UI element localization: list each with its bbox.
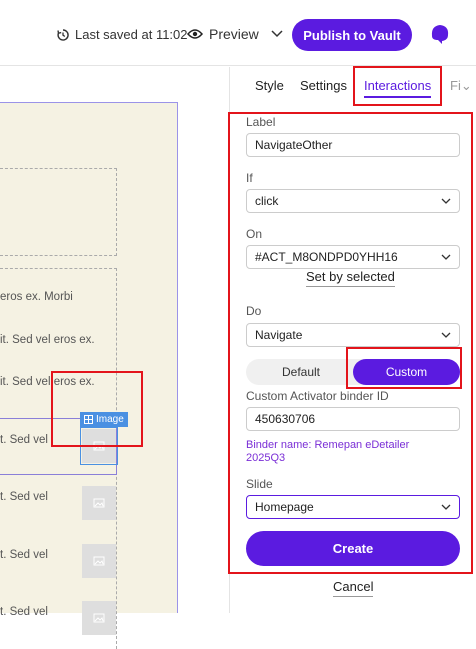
- binder-id-input[interactable]: 450630706: [246, 407, 460, 431]
- canvas-text-line: it. Sed vel eros ex.: [0, 334, 95, 346]
- slide-page[interactable]: eros ex. Morbi it. Sed vel eros ex. it. …: [0, 102, 178, 649]
- chevron-down-icon: [441, 198, 451, 204]
- chevron-down-icon: [441, 504, 451, 510]
- history-icon: [57, 28, 69, 41]
- do-select-value: Navigate: [255, 328, 303, 342]
- do-field-title: Do: [246, 304, 262, 318]
- canvas-text-line: t. Sed vel: [0, 606, 48, 618]
- text-block-placeholder[interactable]: [0, 168, 117, 256]
- if-select-value: click: [255, 194, 279, 208]
- cancel-button[interactable]: Cancel: [333, 579, 374, 597]
- brand-avatar-icon[interactable]: [428, 22, 452, 46]
- on-select[interactable]: #ACT_M8ONDPD0YHH16: [246, 245, 460, 269]
- image-icon: [93, 613, 105, 623]
- top-bar: Last saved at 11:02 Preview Publish to V…: [0, 0, 476, 66]
- canvas-text-line: t. Sed vel: [0, 491, 48, 503]
- image-thumbnail[interactable]: [82, 486, 116, 520]
- image-icon: [93, 498, 105, 508]
- chevron-down-icon: [441, 332, 451, 338]
- chevron-down-icon: [441, 254, 451, 260]
- create-button[interactable]: Create: [246, 531, 460, 566]
- chevron-down-icon: [271, 30, 283, 38]
- image-type-icon: [84, 415, 93, 424]
- label-input[interactable]: NavigateOther: [246, 133, 460, 157]
- do-select[interactable]: Navigate: [246, 323, 460, 347]
- tab-settings[interactable]: Settings: [300, 78, 347, 93]
- canvas-text-line: t. Sed vel: [0, 434, 48, 446]
- image-icon: [93, 556, 105, 566]
- last-saved-status: Last saved at 11:02: [56, 27, 188, 42]
- if-field-title: If: [246, 171, 253, 185]
- eye-icon: [187, 29, 203, 39]
- binder-name-text: Binder name: Remepan eDetailer 2025Q3: [246, 439, 410, 464]
- slide-select[interactable]: Homepage: [246, 495, 460, 519]
- editor-canvas: eros ex. Morbi it. Sed vel eros ex. it. …: [0, 67, 229, 649]
- canvas-text-line: t. Sed vel: [0, 549, 48, 561]
- binder-field-title: Custom Activator binder ID: [246, 389, 389, 403]
- panel-tabs: Style Settings Interactions Fi⌄: [230, 67, 476, 107]
- publish-button[interactable]: Publish to Vault: [292, 19, 412, 51]
- label-input-value: NavigateOther: [255, 138, 333, 152]
- label-field-title: Label: [246, 115, 276, 129]
- if-select[interactable]: click: [246, 189, 460, 213]
- preview-dropdown[interactable]: Preview: [187, 26, 283, 42]
- slide-select-value: Homepage: [255, 500, 314, 514]
- tab-style[interactable]: Style: [255, 78, 284, 93]
- last-saved-label: Last saved at 11:02: [75, 27, 188, 42]
- mode-custom-button[interactable]: Custom: [353, 359, 460, 385]
- image-thumbnail[interactable]: [82, 601, 116, 635]
- tab-overflow-label: Fi: [450, 78, 461, 93]
- preview-label: Preview: [209, 26, 259, 42]
- image-element-tag: Image: [80, 412, 128, 427]
- binder-id-value: 450630706: [255, 412, 316, 426]
- properties-panel: Style Settings Interactions Fi⌄ Label Na…: [229, 67, 476, 613]
- canvas-text-line: eros ex. Morbi: [0, 291, 73, 303]
- canvas-text-line: it. Sed vel eros ex.: [0, 376, 95, 388]
- mode-default-button[interactable]: Default: [246, 359, 356, 385]
- image-thumbnail[interactable]: [82, 544, 116, 578]
- tab-overflow[interactable]: Fi⌄: [450, 78, 472, 94]
- selected-image-outline[interactable]: [80, 427, 118, 465]
- image-tag-label: Image: [96, 414, 124, 425]
- slide-field-title: Slide: [246, 477, 273, 491]
- on-field-title: On: [246, 227, 263, 241]
- set-by-selected-link[interactable]: Set by selected: [306, 269, 395, 287]
- tab-interactions[interactable]: Interactions: [364, 78, 432, 98]
- on-select-value: #ACT_M8ONDPD0YHH16: [255, 250, 398, 264]
- mode-toggle: Default Custom: [246, 359, 460, 385]
